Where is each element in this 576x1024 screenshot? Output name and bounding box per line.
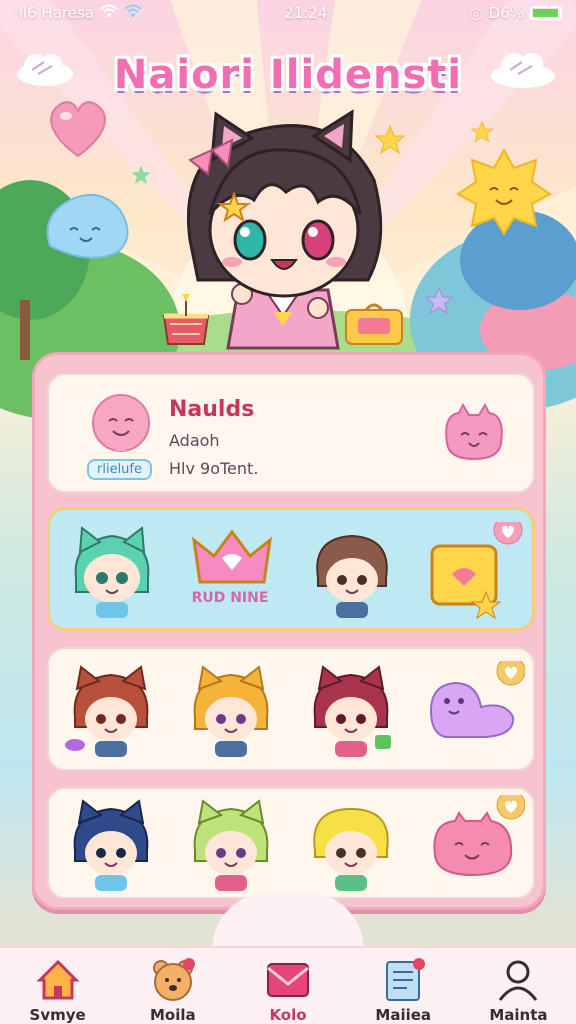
pink-cat-blob-icon bbox=[439, 402, 509, 463]
carrier-label: ·ıl6 Haresa bbox=[14, 4, 94, 22]
character-slot-lime-cat[interactable] bbox=[181, 795, 281, 895]
crown-icon[interactable] bbox=[182, 522, 282, 622]
profile-card[interactable]: rlielufe Naulds Adaoh Hlv 9oTent. bbox=[47, 373, 535, 493]
star-icon bbox=[470, 120, 494, 148]
home-icon bbox=[35, 959, 80, 1000]
character-slot-red-cat[interactable] bbox=[61, 661, 161, 761]
profile-level: Hlv 9oTent. bbox=[169, 459, 259, 478]
ribbon-label: RUD NINE bbox=[191, 590, 269, 606]
character-slot-navy-cat[interactable] bbox=[61, 795, 161, 895]
profile-subtitle: Adaoh bbox=[169, 431, 220, 450]
sun-face-icon bbox=[456, 146, 552, 240]
blob-ghost-icon bbox=[40, 186, 132, 270]
nav-item-notebook[interactable]: Maiiea bbox=[346, 948, 461, 1024]
nav-label: Moila bbox=[149, 1006, 196, 1024]
character-slot-crimson-cat[interactable] bbox=[301, 661, 401, 761]
nav-label: Mainta bbox=[489, 1006, 548, 1024]
mail-icon bbox=[267, 963, 309, 997]
character-slot-yellow-hair[interactable] bbox=[301, 795, 401, 895]
character-slot-brown-hair[interactable] bbox=[302, 522, 402, 622]
character-row-3 bbox=[47, 787, 535, 899]
character-row-1: RUD NINE bbox=[47, 507, 535, 631]
purple-dino-blob-icon[interactable] bbox=[425, 656, 526, 761]
character-row-2 bbox=[47, 647, 535, 771]
nav-label: Svmye bbox=[29, 1006, 86, 1024]
nav-item-bear[interactable]: Moila bbox=[115, 948, 230, 1024]
character-slot-blonde-cat[interactable] bbox=[181, 661, 281, 761]
clock-label: 21:24 bbox=[284, 4, 328, 22]
hero-character bbox=[168, 90, 398, 360]
profile-icon bbox=[499, 960, 538, 1001]
battery-percent: D6% bbox=[488, 4, 524, 22]
gift-box-icon[interactable] bbox=[426, 515, 526, 622]
heart-icon bbox=[44, 96, 112, 164]
status-bar: ·ıl6 Haresa 21:24 ◎ D6% bbox=[0, 0, 576, 26]
battery-icon bbox=[530, 6, 562, 20]
nav-label: Maiiea bbox=[375, 1006, 432, 1024]
wifi-icon bbox=[100, 4, 118, 22]
profile-avatar bbox=[89, 393, 153, 457]
profile-tag: rlielufe bbox=[87, 459, 152, 480]
main-panel: rlielufe Naulds Adaoh Hlv 9oTent. RUD NI… bbox=[32, 352, 546, 910]
nav-label: Kolo bbox=[269, 1006, 307, 1024]
nav-item-profile[interactable]: Mainta bbox=[461, 948, 576, 1024]
notebook-icon bbox=[386, 958, 426, 1001]
bear-icon bbox=[152, 958, 195, 1001]
character-slot-green-cat[interactable] bbox=[62, 522, 162, 622]
nav-item-home[interactable]: Svmye bbox=[0, 948, 115, 1024]
game-title: Naiori Ilidensti bbox=[113, 52, 463, 98]
star-icon bbox=[424, 286, 454, 320]
bottom-nav: Svmye Moila Kolo Maiiea Mainta bbox=[0, 946, 576, 1024]
pink-blob-icon[interactable] bbox=[425, 790, 526, 895]
profile-name: Naulds bbox=[169, 397, 255, 422]
star-icon bbox=[130, 164, 152, 190]
signal-icon bbox=[124, 4, 142, 22]
nav-item-mail[interactable]: Kolo bbox=[230, 948, 345, 1024]
location-icon: ◎ bbox=[469, 4, 483, 22]
